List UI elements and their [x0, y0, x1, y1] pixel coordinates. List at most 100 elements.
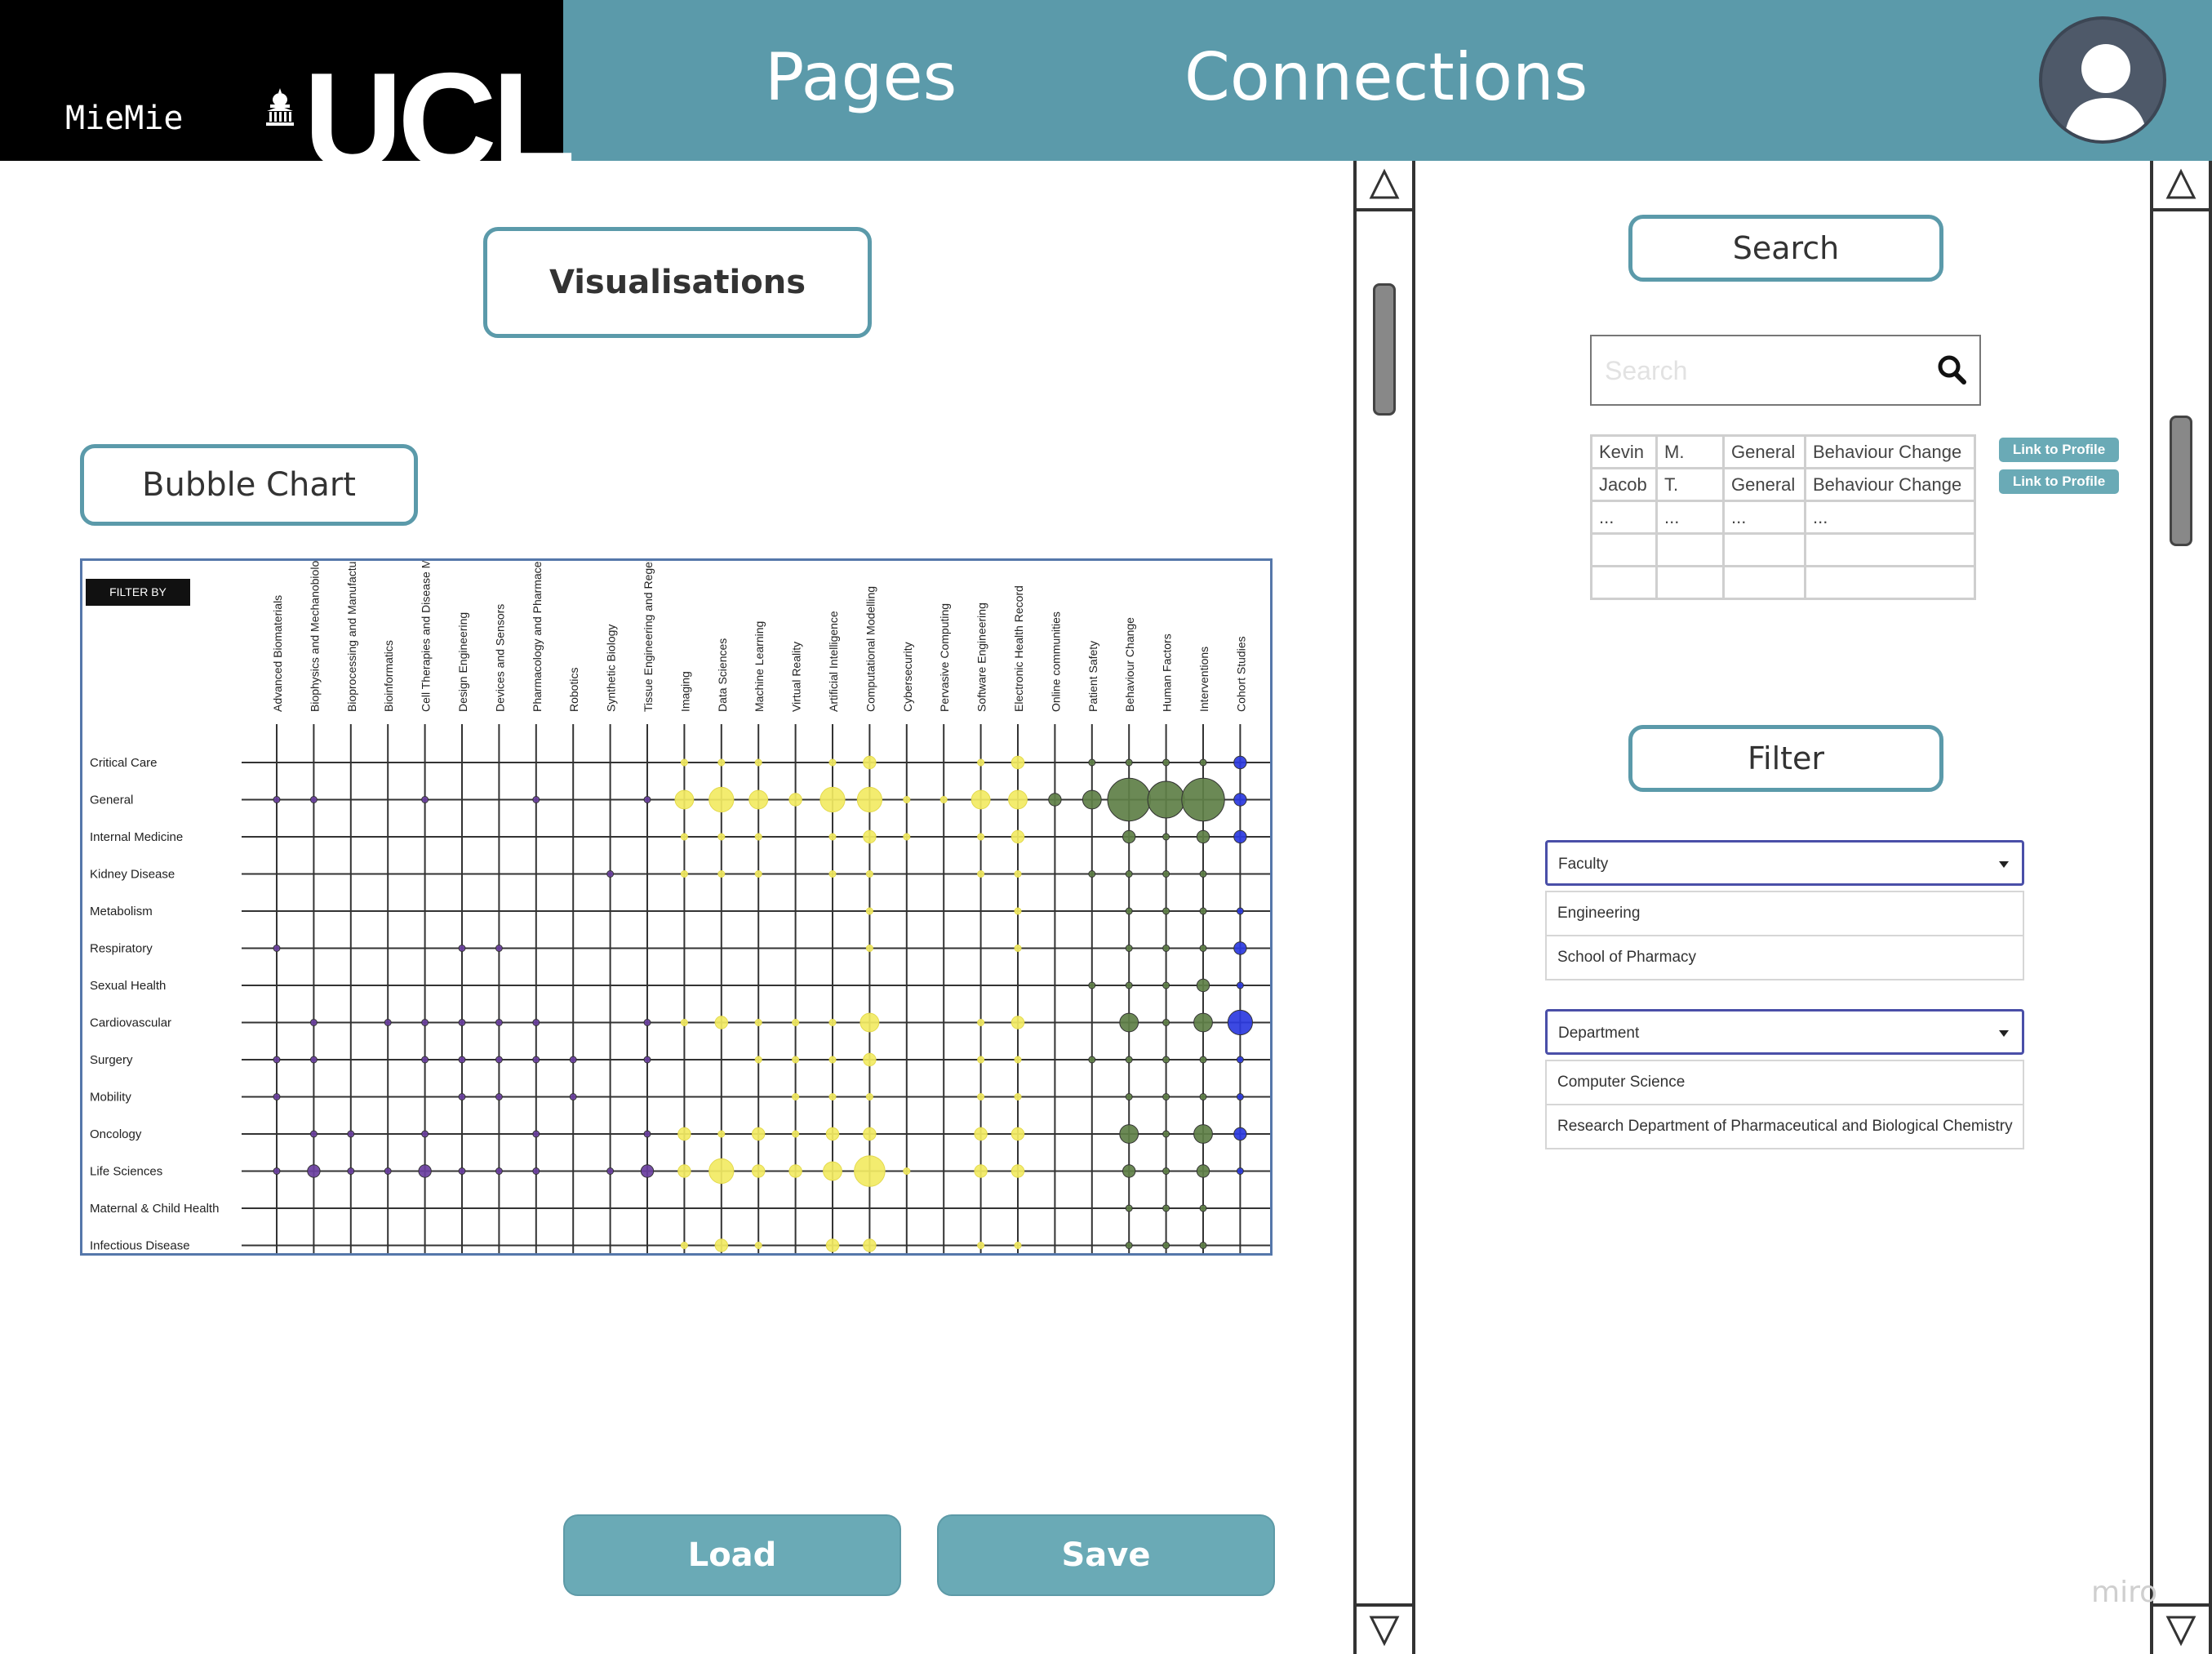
bubble[interactable] [384, 1167, 392, 1175]
bubble[interactable] [1088, 758, 1096, 767]
bubble[interactable] [1199, 907, 1207, 915]
search-title-button[interactable]: Search [1628, 215, 1943, 282]
bubble[interactable] [418, 1164, 432, 1178]
bubble[interactable] [977, 1056, 985, 1064]
bubble[interactable] [977, 1019, 985, 1026]
bubble[interactable] [1162, 981, 1170, 989]
bubble[interactable] [273, 1056, 281, 1064]
department-option[interactable]: Research Department of Pharmaceutical an… [1545, 1104, 2024, 1149]
bubble[interactable] [1125, 945, 1133, 952]
bubble[interactable] [714, 1238, 728, 1252]
bubble[interactable] [828, 1093, 837, 1100]
bubble[interactable] [384, 1019, 392, 1026]
bubble[interactable] [825, 1238, 840, 1252]
filter-title-button[interactable]: Filter [1628, 725, 1943, 792]
bubble[interactable] [1125, 981, 1133, 989]
bubble[interactable] [754, 1242, 762, 1249]
bubble[interactable] [1199, 758, 1207, 767]
bubble[interactable] [309, 796, 318, 803]
bubble[interactable] [307, 1164, 321, 1178]
bubble[interactable] [977, 1242, 985, 1249]
bubble[interactable] [1193, 1124, 1213, 1144]
bubble[interactable] [865, 870, 873, 878]
bubble[interactable] [309, 1019, 318, 1026]
bubble[interactable] [1125, 1093, 1133, 1100]
bubble[interactable] [792, 1019, 800, 1026]
bubble[interactable] [1162, 1019, 1170, 1026]
link-to-profile-button[interactable]: Link to Profile [1999, 469, 2119, 494]
bubble[interactable] [273, 1093, 281, 1100]
bubble[interactable] [680, 1242, 688, 1249]
bubble[interactable] [273, 796, 281, 803]
bubble[interactable] [1236, 1056, 1244, 1064]
bubble[interactable] [273, 945, 281, 952]
bubble[interactable] [1193, 1012, 1213, 1033]
bubble[interactable] [1125, 870, 1133, 878]
department-option[interactable]: Computer Science [1545, 1060, 2024, 1105]
department-select[interactable]: Department [1545, 1009, 2024, 1055]
bubble[interactable] [1011, 1016, 1025, 1029]
bubble[interactable] [903, 796, 911, 803]
bubble[interactable] [309, 1130, 318, 1138]
bubble[interactable] [863, 755, 877, 770]
bubble[interactable] [863, 1052, 877, 1067]
bubble[interactable] [748, 789, 769, 810]
bubble[interactable] [1162, 1056, 1170, 1064]
bubble[interactable] [1162, 945, 1170, 952]
bubble[interactable] [792, 1130, 800, 1138]
bubble[interactable] [458, 1093, 466, 1100]
bubble[interactable] [1233, 755, 1247, 770]
bubble[interactable] [421, 1056, 429, 1064]
bubble[interactable] [1236, 1093, 1244, 1100]
bubble[interactable] [1162, 758, 1170, 767]
scroll-thumb[interactable] [2170, 416, 2192, 546]
bubble[interactable] [606, 870, 615, 878]
bubble[interactable] [1196, 978, 1210, 993]
bubble[interactable] [532, 1056, 540, 1064]
visualisations-button[interactable]: Visualisations [483, 227, 872, 338]
bubble[interactable] [788, 793, 802, 807]
bubble[interactable] [1162, 1130, 1170, 1138]
bubble[interactable] [1181, 777, 1225, 822]
bubble[interactable] [1233, 1127, 1247, 1141]
bubble[interactable] [1011, 755, 1025, 770]
nav-pages[interactable]: Pages [765, 39, 957, 115]
bubble[interactable] [347, 1167, 355, 1175]
bubble[interactable] [903, 1167, 911, 1175]
save-button[interactable]: Save [937, 1514, 1275, 1596]
bubble[interactable] [863, 1238, 877, 1252]
bubble[interactable] [825, 1127, 840, 1141]
bubble[interactable] [752, 1127, 766, 1141]
bubble[interactable] [977, 870, 985, 878]
bubble[interactable] [856, 786, 883, 813]
bubble[interactable] [863, 829, 877, 844]
scroll-down-button[interactable] [2153, 1603, 2209, 1654]
bubble[interactable] [643, 1056, 651, 1064]
bubble[interactable] [1236, 981, 1244, 989]
bubble[interactable] [903, 833, 911, 841]
bubble[interactable] [1014, 870, 1022, 878]
bubble[interactable] [1199, 945, 1207, 952]
bubble[interactable] [1199, 1056, 1207, 1064]
bubble[interactable] [1162, 1204, 1170, 1212]
bubble[interactable] [708, 1158, 735, 1185]
bubble[interactable] [458, 1019, 466, 1026]
bubble[interactable] [971, 789, 991, 810]
bubble[interactable] [754, 758, 762, 767]
bubble[interactable] [828, 833, 837, 841]
faculty-option[interactable]: School of Pharmacy [1545, 935, 2024, 980]
bubble[interactable] [788, 1164, 802, 1178]
bubble[interactable] [828, 758, 837, 767]
search-input[interactable] [1605, 349, 1931, 392]
bubble[interactable] [1162, 907, 1170, 915]
bubble[interactable] [1119, 1124, 1139, 1144]
bubble[interactable] [1122, 829, 1136, 844]
bubble[interactable] [865, 1093, 873, 1100]
bubble[interactable] [1196, 829, 1210, 844]
bubble[interactable] [828, 1056, 837, 1064]
bubble[interactable] [680, 1019, 688, 1026]
bubble[interactable] [458, 945, 466, 952]
scroll-up-button[interactable] [2153, 161, 2209, 211]
bubble[interactable] [754, 833, 762, 841]
bubble[interactable] [1014, 945, 1022, 952]
